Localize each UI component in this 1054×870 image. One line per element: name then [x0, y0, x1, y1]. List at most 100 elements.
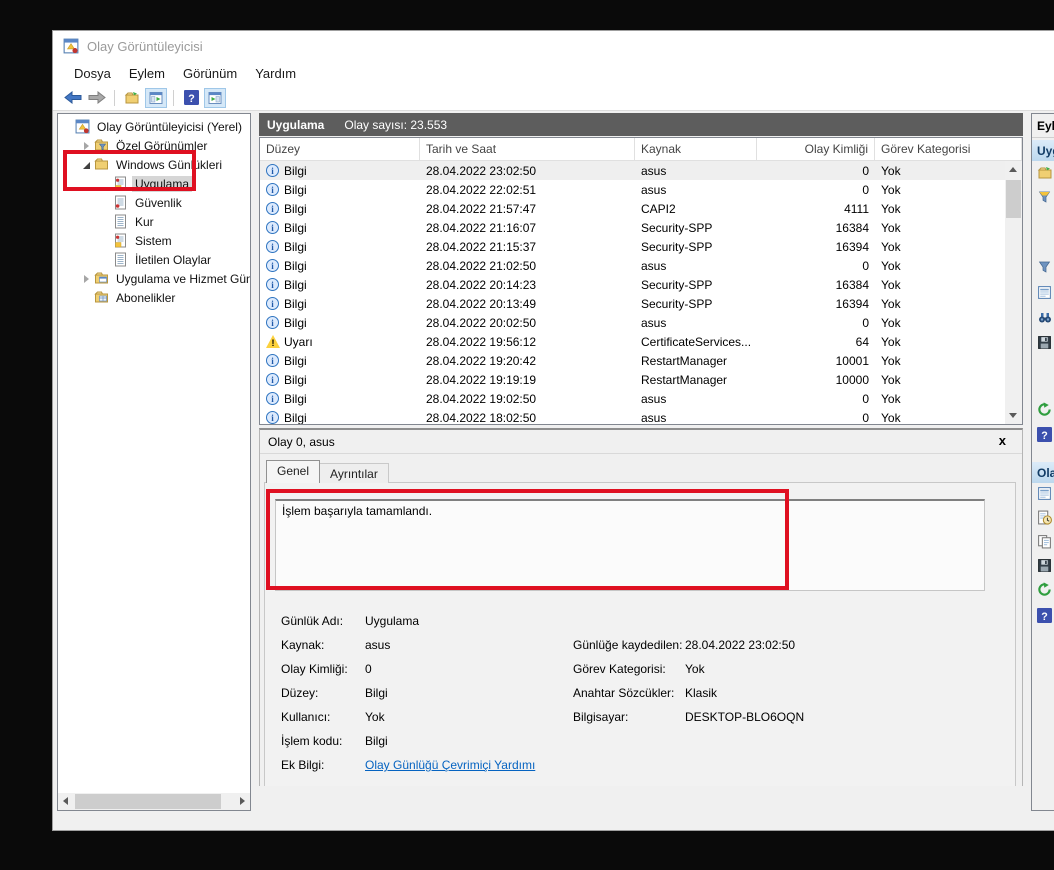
scroll-left-button[interactable]: [58, 793, 75, 810]
action-copy-icon[interactable]: [1037, 534, 1053, 550]
action-help-icon[interactable]: ?: [1037, 427, 1053, 443]
subscriptions-icon: [94, 290, 110, 305]
action-save-icon[interactable]: [1037, 335, 1053, 351]
console-tree-toggle-icon[interactable]: [145, 87, 167, 108]
scroll-thumb[interactable]: [1006, 180, 1021, 218]
detail-field: Günlüğe kaydedilen: 28.04.2022 23:02:50: [573, 633, 804, 657]
table-row[interactable]: i Bilgi 28.04.2022 21:02:50 asus 0 Yok: [260, 256, 1005, 275]
cell-event-id: 0: [862, 163, 869, 178]
toolbar-separator: [114, 89, 115, 106]
actions-section-0[interactable]: Uyg: [1032, 140, 1054, 161]
table-row[interactable]: i Bilgi 28.04.2022 19:02:50 asus 0 Yok: [260, 389, 1005, 408]
expander-placeholder: [62, 121, 74, 133]
help-icon[interactable]: ?: [180, 88, 202, 108]
column-header-d-zey[interactable]: Düzey: [260, 138, 420, 160]
cell-level: Bilgi: [284, 315, 307, 330]
action-find-icon[interactable]: [1037, 310, 1053, 326]
tree-horizontal-scrollbar[interactable]: [58, 793, 250, 810]
action-filter-icon[interactable]: [1037, 260, 1053, 276]
info-icon: i: [266, 392, 279, 405]
field-value: 28.04.2022 23:02:50: [685, 638, 796, 652]
table-row[interactable]: i Bilgi 28.04.2022 20:14:23 Security-SPP 163…: [260, 275, 1005, 294]
sidebar-item-sistem[interactable]: Sistem: [58, 231, 250, 250]
field-value: Bilgi: [365, 686, 388, 700]
table-row[interactable]: i Bilgi 28.04.2022 21:15:37 Security-SPP 163…: [260, 237, 1005, 256]
cell-level: Bilgi: [284, 163, 307, 178]
table-row[interactable]: i Bilgi 28.04.2022 19:20:42 RestartManager 1…: [260, 351, 1005, 370]
cell-datetime: 28.04.2022 20:13:49: [426, 296, 537, 311]
field-value: Uygulama: [365, 614, 420, 628]
table-row[interactable]: i Bilgi 28.04.2022 21:57:47 CAPI2 4111 Yok: [260, 199, 1005, 218]
cell-event-id: 10000: [835, 372, 869, 387]
info-icon: i: [266, 354, 279, 367]
event-log-online-help-link[interactable]: Olay Günlüğü Çevrimiçi Yardımı: [365, 758, 535, 772]
sidebar-item-g-venlik[interactable]: Güvenlik: [58, 193, 250, 212]
menu-item-yard-m[interactable]: Yardım: [246, 63, 305, 84]
cell-category: Yok: [881, 201, 901, 216]
tab-genel[interactable]: Genel: [266, 460, 321, 483]
action-properties-icon[interactable]: [1037, 285, 1053, 301]
field-label: Kaynak:: [281, 638, 325, 652]
cell-source: Security-SPP: [641, 239, 713, 254]
cell-datetime: 28.04.2022 20:14:23: [426, 277, 537, 292]
window-title: Olay Görüntüleyicisi: [87, 38, 203, 54]
expander-placeholder: [100, 216, 112, 228]
table-row[interactable]: i Bilgi 28.04.2022 22:02:51 asus 0 Yok: [260, 180, 1005, 199]
toolbar: ?: [53, 85, 1054, 111]
column-header-g-rev-kategorisi[interactable]: Görev Kategorisi: [875, 138, 1022, 160]
detail-field: Bilgisayar: DESKTOP-BLO6OQN: [573, 705, 804, 729]
table-row[interactable]: i Bilgi 28.04.2022 18:02:50 asus 0 Yok: [260, 408, 1005, 424]
cell-event-id: 0: [862, 258, 869, 273]
back-arrow-icon[interactable]: [62, 88, 84, 108]
actions-section-1[interactable]: Olay: [1032, 462, 1054, 483]
info-icon: i: [266, 202, 279, 215]
column-header-tarih-ve-saat[interactable]: Tarih ve Saat: [420, 138, 635, 160]
detail-field: Ek Bilgi: Olay Günlüğü Çevrimiçi Yardımı: [281, 753, 535, 777]
action-pane-toggle-icon[interactable]: [204, 87, 226, 108]
table-vertical-scrollbar[interactable]: [1005, 161, 1022, 424]
column-header-kaynak[interactable]: Kaynak: [635, 138, 757, 160]
action-properties-icon[interactable]: [1037, 486, 1053, 502]
table-row[interactable]: i Bilgi 28.04.2022 20:13:49 Security-SPP 163…: [260, 294, 1005, 313]
cell-datetime: 28.04.2022 22:02:51: [426, 182, 537, 197]
bottom-strip: [259, 786, 1023, 807]
action-filter-create-icon[interactable]: [1037, 190, 1053, 206]
sidebar-item-uygulama-ve-hizmet-g-nl-k[interactable]: Uygulama ve Hizmet Günlük: [58, 269, 250, 288]
sidebar-item-abonelikler[interactable]: Abonelikler: [58, 288, 250, 307]
field-value: Olay Günlüğü Çevrimiçi Yardımı: [365, 758, 535, 772]
field-value: Klasik: [685, 686, 718, 700]
expander-collapsed-icon[interactable]: [81, 273, 93, 285]
table-row[interactable]: i Bilgi 28.04.2022 20:02:50 asus 0 Yok: [260, 313, 1005, 332]
field-value: Yok: [365, 710, 385, 724]
cell-level: Uyarı: [284, 334, 313, 349]
menu-item-eylem[interactable]: Eylem: [120, 63, 174, 84]
scroll-thumb[interactable]: [75, 794, 221, 809]
scroll-down-button[interactable]: [1005, 407, 1022, 424]
menu-item-dosya[interactable]: Dosya: [65, 63, 120, 84]
sidebar-item-olay-g-r-nt-leyicisi-yerel[interactable]: Olay Görüntüleyicisi (Yerel): [58, 117, 250, 136]
table-row[interactable]: i Bilgi 28.04.2022 21:16:07 Security-SPP 163…: [260, 218, 1005, 237]
sidebar-item-i-letilen-olaylar[interactable]: İletilen Olaylar: [58, 250, 250, 269]
table-row[interactable]: ! Uyarı 28.04.2022 19:56:12 CertificateServ…: [260, 332, 1005, 351]
action-refresh-icon[interactable]: [1037, 582, 1053, 598]
table-row[interactable]: i Bilgi 28.04.2022 19:19:19 RestartManager 1…: [260, 370, 1005, 389]
sidebar-item-label: Güvenlik: [135, 195, 182, 210]
scroll-right-button[interactable]: [233, 793, 250, 810]
action-refresh-icon[interactable]: [1037, 402, 1053, 418]
menu-item-g-r-n-m[interactable]: Görünüm: [174, 63, 246, 84]
open-saved-log-icon[interactable]: [121, 88, 143, 108]
table-row[interactable]: i Bilgi 28.04.2022 23:02:50 asus 0 Yok: [260, 161, 1005, 180]
cell-datetime: 28.04.2022 21:15:37: [426, 239, 537, 254]
app-icon: [63, 38, 79, 54]
action-save-icon[interactable]: [1037, 558, 1053, 574]
forward-arrow-icon[interactable]: [86, 88, 108, 108]
action-event-props-icon[interactable]: [1037, 510, 1053, 526]
column-header-olay-kimli-i[interactable]: Olay Kimliği: [757, 138, 875, 160]
cell-category: Yok: [881, 372, 901, 387]
action-help-icon[interactable]: ?: [1037, 608, 1053, 624]
close-icon[interactable]: x: [999, 433, 1006, 448]
action-open-folder-icon[interactable]: [1037, 166, 1053, 182]
cell-datetime: 28.04.2022 19:02:50: [426, 391, 537, 406]
sidebar-item-kur[interactable]: Kur: [58, 212, 250, 231]
tab-ayr-nt-lar[interactable]: Ayrıntılar: [320, 463, 389, 483]
